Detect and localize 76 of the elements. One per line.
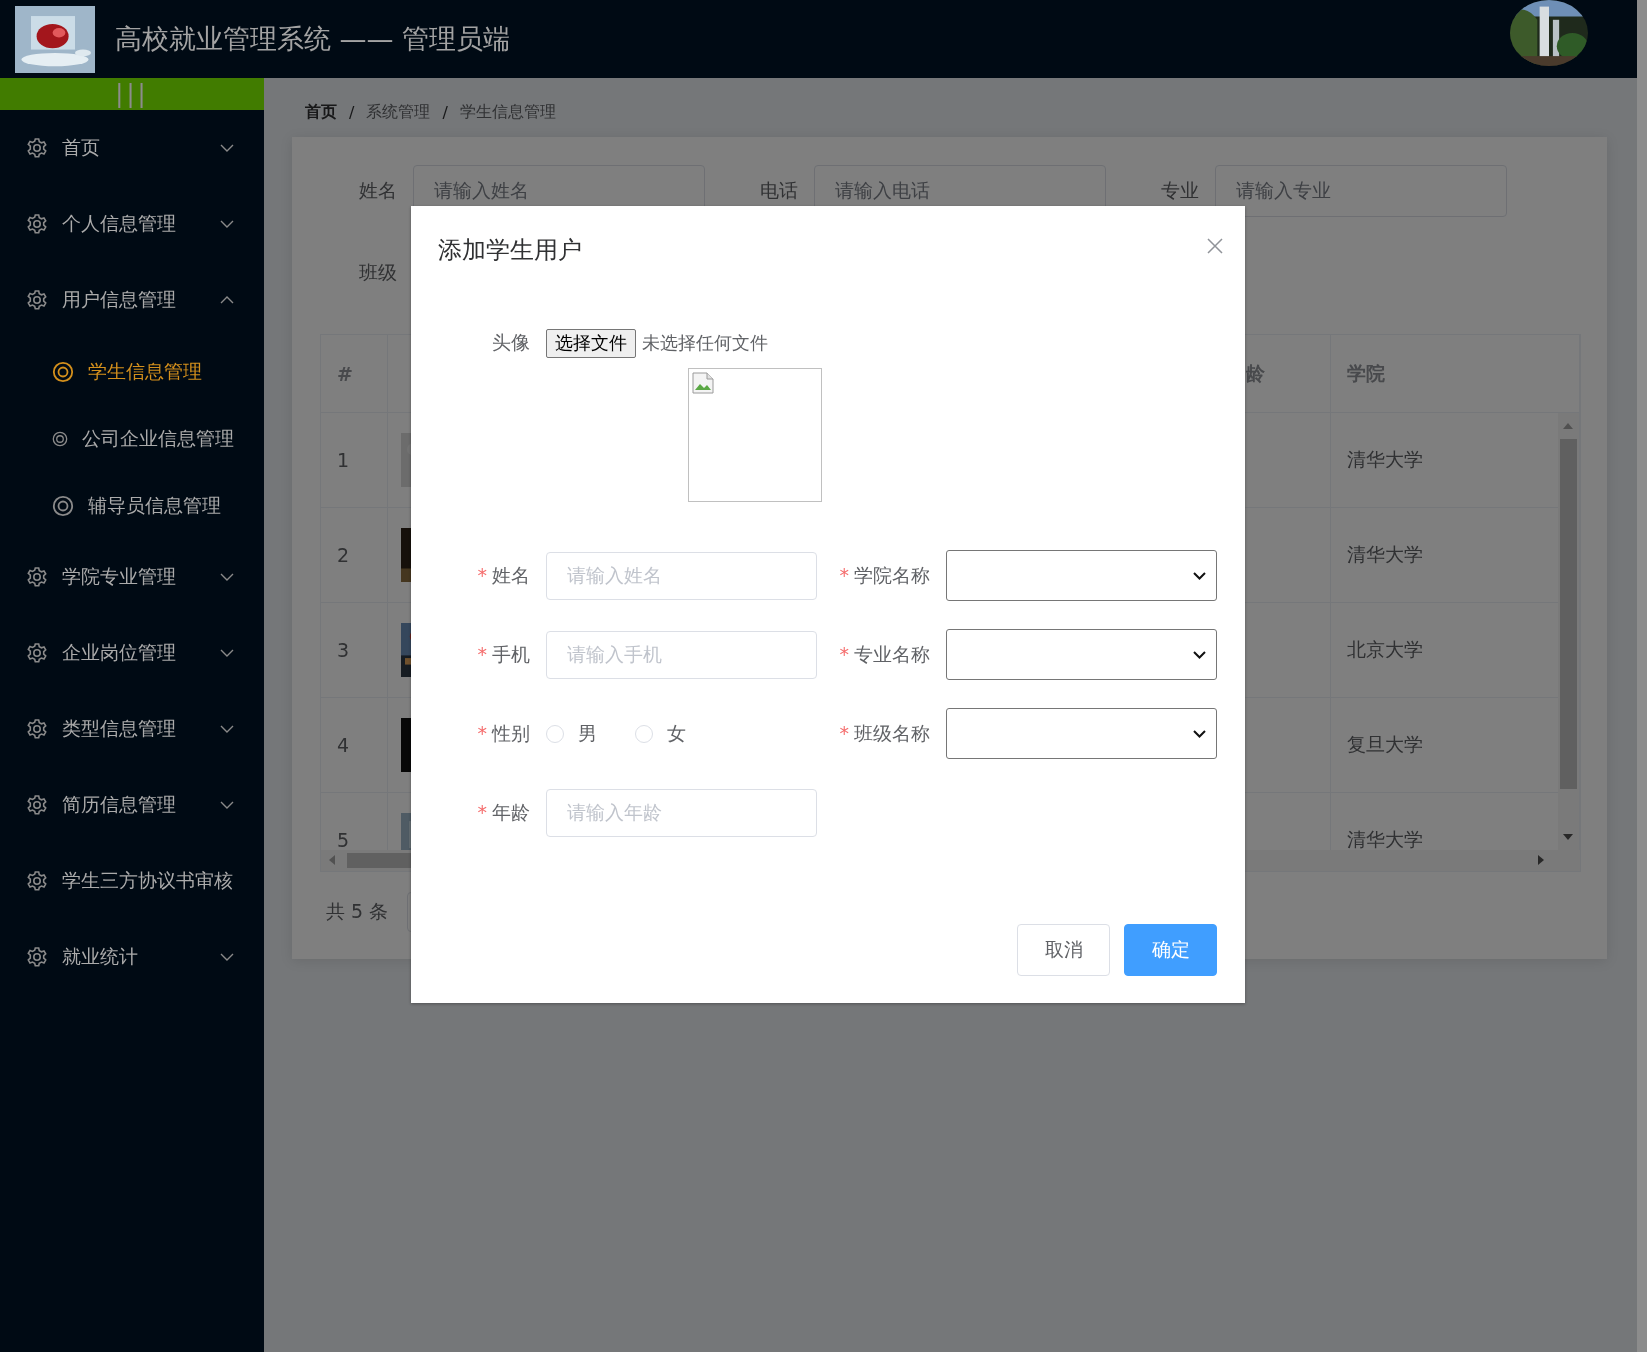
file-status: 未选择任何文件 (642, 331, 768, 355)
gear-icon (26, 870, 48, 892)
field-label: * 学院名称 (838, 562, 930, 588)
radio-button[interactable] (546, 724, 564, 743)
breadcrumb-link[interactable]: 首页 (305, 101, 337, 123)
menu-item[interactable]: 企业岗位管理 (0, 615, 264, 691)
field-label: * 性别 (476, 720, 530, 746)
required-mark: * (839, 721, 849, 744)
field-label: 头像 (491, 330, 530, 355)
breadcrumb-separator: / (442, 102, 448, 122)
chevron-down-icon (1193, 650, 1206, 659)
menu-item[interactable]: 简历信息管理 (0, 767, 264, 843)
scroll-right-icon[interactable] (1538, 855, 1544, 865)
radio-option[interactable]: 男 (546, 720, 597, 747)
scroll-up-icon[interactable] (1563, 423, 1573, 429)
gear-icon (26, 642, 48, 664)
required-mark: * (839, 642, 849, 665)
field-label: * 手机 (476, 641, 530, 667)
menu-item[interactable]: 个人信息管理 (0, 186, 264, 262)
gear-icon (26, 946, 48, 968)
menu-item[interactable]: 首页 (0, 110, 264, 186)
field-label: 班级 (358, 260, 398, 285)
menu-item[interactable]: 学生三方协议书审核 (0, 843, 264, 919)
dropdown[interactable] (946, 708, 1217, 759)
field-label: 电话 (759, 178, 799, 203)
ring-icon (52, 360, 74, 383)
table-cell: 4 (321, 698, 388, 793)
gear-icon (26, 794, 48, 816)
table-cell: 2 (321, 508, 388, 603)
menu-item[interactable]: 就业统计 (0, 919, 264, 995)
dropdown[interactable] (946, 629, 1217, 680)
scroll-down-icon[interactable] (1563, 834, 1573, 840)
submenu-item[interactable]: 公司企业信息管理 (0, 405, 264, 472)
field-label: * 班级名称 (838, 720, 930, 746)
chevron-down-icon (1193, 729, 1206, 738)
menu-item[interactable]: 类型信息管理 (0, 691, 264, 767)
total-count: 共 5 条 (326, 899, 389, 924)
radio-option[interactable]: 女 (635, 720, 686, 747)
table-cell: 3 (321, 603, 388, 698)
field-label: * 姓名 (476, 562, 530, 588)
gear-icon (26, 137, 48, 159)
submenu-item[interactable]: 学生信息管理 (0, 338, 264, 405)
radio-button[interactable] (635, 724, 653, 743)
scrollbar-thumb[interactable] (1560, 439, 1577, 789)
dropdown[interactable] (946, 550, 1217, 601)
gear-icon (26, 213, 48, 235)
close-icon[interactable] (1207, 238, 1223, 254)
field-label: * 专业名称 (838, 641, 930, 667)
app-title: 高校就业管理系统 —— 管理员端 (115, 22, 511, 56)
field-label: 专业 (1160, 178, 1200, 203)
submenu-item[interactable]: 辅导员信息管理 (0, 472, 264, 539)
field-label: 姓名 (358, 178, 398, 203)
scroll-left-icon[interactable] (329, 855, 335, 865)
menu-item[interactable]: 用户信息管理 (0, 262, 264, 338)
column-header: # (321, 335, 388, 413)
required-mark: * (477, 563, 487, 586)
menu-item[interactable]: 学院专业管理 (0, 539, 264, 615)
breadcrumb-item: 学生信息管理 (459, 101, 556, 123)
required-mark: * (477, 642, 487, 665)
required-mark: * (477, 721, 487, 744)
gear-icon (26, 289, 48, 311)
required-mark: * (477, 800, 487, 823)
breadcrumb-separator: / (349, 102, 355, 122)
chevron-down-icon (1193, 571, 1206, 580)
cancel-button[interactable]: 取消 (1017, 924, 1110, 976)
breadcrumb-item: 系统管理 (366, 101, 431, 123)
required-mark: * (839, 563, 849, 586)
gear-icon (26, 566, 48, 588)
dialog-title: 添加学生用户 (438, 235, 582, 265)
field-label: * 年龄 (476, 799, 530, 825)
gear-icon (26, 718, 48, 740)
choose-file-button[interactable]: 选择文件 (546, 328, 636, 358)
vertical-scrollbar[interactable] (1558, 413, 1579, 850)
ring-icon (52, 494, 74, 517)
broken-image-icon (692, 372, 714, 394)
table-cell: 1 (321, 413, 388, 508)
